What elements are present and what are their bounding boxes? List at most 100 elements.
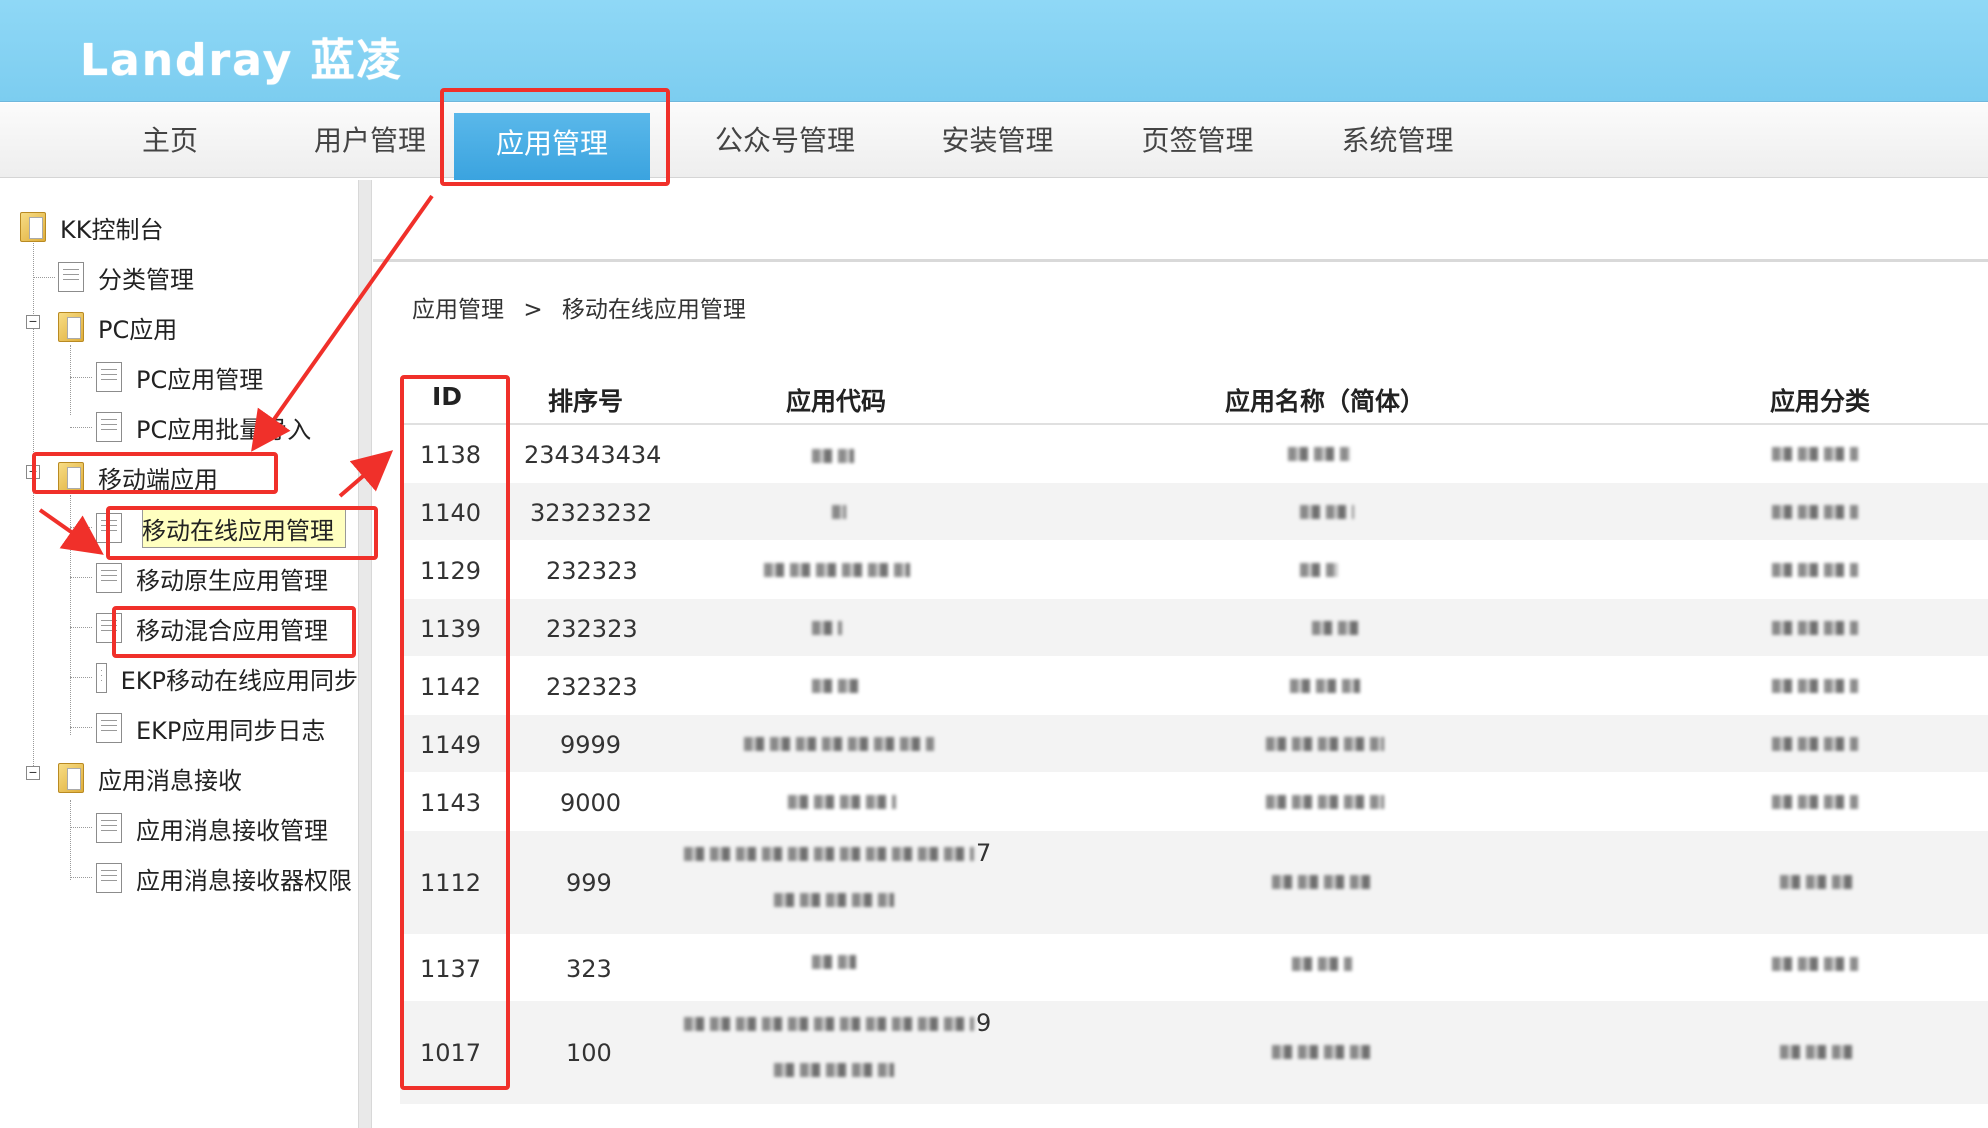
cell-order: 232323 <box>546 557 638 585</box>
tree-folder-app-messages[interactable]: 应用消息接收 <box>58 758 242 798</box>
top-banner: Landray 蓝凌 <box>0 0 1988 102</box>
sidebar-splitter[interactable] <box>358 180 372 1128</box>
col-name-header[interactable]: 应用名称（简体） <box>1225 382 1425 418</box>
table-row[interactable]: 1017 100 9 <box>400 1001 1988 1105</box>
redacted-code <box>744 737 934 751</box>
redacted-name <box>1266 795 1384 809</box>
redacted-category <box>1772 957 1858 971</box>
table-row[interactable]: 1149 9999 <box>400 715 1988 773</box>
document-icon <box>96 412 122 442</box>
annotation-box-id-column <box>400 375 510 1090</box>
table-row[interactable]: 1138 234343434 <box>400 425 1988 483</box>
redacted-category <box>1780 1045 1852 1059</box>
redacted-name <box>1300 505 1354 519</box>
annotation-box-apps-tab <box>440 88 670 186</box>
cell-code-suffix: 7 <box>976 839 992 867</box>
folder-icon <box>20 212 46 242</box>
folder-icon <box>58 312 84 342</box>
document-icon <box>96 563 122 593</box>
redacted-code <box>788 795 896 809</box>
tree-item-pc-app-import[interactable]: PC应用批量导入 <box>96 407 311 447</box>
nav-tab-system[interactable]: 系统管理 <box>1320 103 1475 178</box>
redacted-code <box>832 505 846 519</box>
collapse-icon[interactable]: − <box>26 765 40 780</box>
nav-tab-tabs[interactable]: 页签管理 <box>1120 103 1275 178</box>
redacted-name <box>1272 875 1372 889</box>
breadcrumb-current: 移动在线应用管理 <box>561 297 746 323</box>
table-row[interactable]: 1112 999 7 <box>400 831 1988 935</box>
redacted-code <box>812 955 856 969</box>
cell-order: 234343434 <box>524 441 662 469</box>
table-header: ID 排序号 应用代码 应用名称（简体） 应用分类 <box>400 370 1988 425</box>
tree-item-mobile-native-apps[interactable]: 移动原生应用管理 <box>96 558 328 598</box>
redacted-name <box>1288 447 1350 461</box>
table-row[interactable]: 1140 32323232 <box>400 483 1988 541</box>
table-row[interactable]: 1137 323 <box>400 935 1988 1001</box>
cell-order: 232323 <box>546 615 638 643</box>
document-icon <box>96 362 122 392</box>
redacted-category <box>1772 679 1858 693</box>
document-icon <box>58 262 84 292</box>
tree-folder-pc-apps[interactable]: PC应用 <box>58 307 177 347</box>
nav-tab-install[interactable]: 安装管理 <box>920 103 1075 178</box>
col-code-header[interactable]: 应用代码 <box>786 382 886 418</box>
apps-table: ID 排序号 应用代码 应用名称（简体） 应用分类 1138 234343434… <box>400 370 1988 1105</box>
tree-item-message-receive[interactable]: 应用消息接收管理 <box>96 808 328 848</box>
tree-item-pc-app-manage[interactable]: PC应用管理 <box>96 357 263 397</box>
redacted-code <box>812 679 862 693</box>
breadcrumb: 应用管理 > 移动在线应用管理 <box>412 290 758 324</box>
landray-logo: Landray 蓝凌 <box>80 35 403 86</box>
tree-root-kk-console[interactable]: KK控制台 <box>20 207 163 247</box>
cell-order: 999 <box>566 869 612 897</box>
nav-tab-home[interactable]: 主页 <box>100 103 240 178</box>
annotation-box-mobile-apps <box>32 452 278 494</box>
nav-tab-public-accounts[interactable]: 公众号管理 <box>700 103 870 178</box>
redacted-name <box>1312 621 1362 635</box>
col-category-header[interactable]: 应用分类 <box>1770 382 1870 418</box>
redacted-code <box>684 1017 974 1031</box>
toolbar-area <box>373 180 1988 262</box>
tree-item-ekp-sync[interactable]: EKP移动在线应用同步 <box>96 658 358 698</box>
redacted-name <box>1300 563 1338 577</box>
redacted-category <box>1772 737 1858 751</box>
annotation-box-online-apps <box>106 506 378 560</box>
redacted-code <box>764 563 910 577</box>
cell-order: 9000 <box>560 789 622 817</box>
col-order-header[interactable]: 排序号 <box>548 382 623 418</box>
redacted-name <box>1290 679 1360 693</box>
collapse-icon[interactable]: − <box>26 314 40 329</box>
folder-icon <box>58 763 84 793</box>
redacted-code <box>812 449 854 463</box>
redacted-code <box>684 847 974 861</box>
cell-order: 9999 <box>560 731 622 759</box>
table-row[interactable]: 1139 232323 <box>400 599 1988 657</box>
main-nav: 主页 用户管理 应用管理 公众号管理 安装管理 页签管理 系统管理 <box>0 103 1988 181</box>
annotation-box-hybrid-apps <box>112 606 356 658</box>
redacted-category <box>1780 875 1852 889</box>
redacted-category <box>1772 563 1858 577</box>
breadcrumb-separator: > <box>523 297 543 323</box>
cell-order: 100 <box>566 1039 612 1067</box>
breadcrumb-parent[interactable]: 应用管理 <box>412 297 504 323</box>
table-row[interactable]: 1129 232323 <box>400 541 1988 599</box>
table-row[interactable]: 1143 9000 <box>400 773 1988 831</box>
redacted-code <box>812 621 842 635</box>
cell-order: 32323232 <box>530 499 653 527</box>
nav-tab-users[interactable]: 用户管理 <box>300 103 440 178</box>
tree-item-message-receiver-perm[interactable]: 应用消息接收器权限 <box>96 858 358 898</box>
cell-order: 323 <box>566 955 612 983</box>
document-icon <box>96 663 107 693</box>
document-icon <box>96 813 122 843</box>
redacted-category <box>1772 447 1858 461</box>
tree-item-category[interactable]: 分类管理 <box>58 257 194 297</box>
redacted-code-line2 <box>774 1063 894 1077</box>
redacted-name <box>1266 737 1384 751</box>
tree-item-ekp-sync-log[interactable]: EKP应用同步日志 <box>96 708 325 748</box>
cell-code-suffix: 9 <box>976 1009 992 1037</box>
redacted-category <box>1772 505 1858 519</box>
redacted-name <box>1272 1045 1372 1059</box>
document-icon <box>96 863 122 893</box>
table-row[interactable]: 1142 232323 <box>400 657 1988 715</box>
redacted-category <box>1772 621 1858 635</box>
cell-order: 232323 <box>546 673 638 701</box>
